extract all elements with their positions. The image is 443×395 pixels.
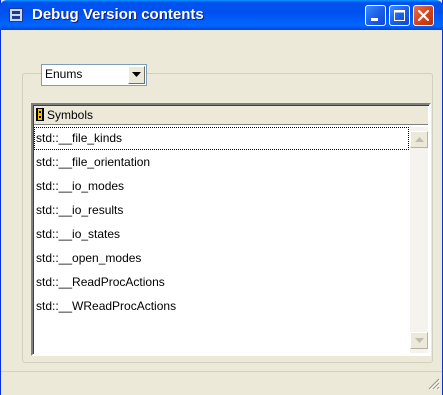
close-button[interactable]	[413, 5, 434, 26]
arrow-up-icon	[415, 137, 424, 142]
list-item[interactable]: std::__io_modes	[34, 175, 409, 198]
filter-selected-value: Enums	[45, 67, 83, 81]
list-item[interactable]: std::__io_states	[34, 223, 409, 246]
filter-dropdown[interactable]: Enums	[41, 64, 147, 86]
minimize-icon	[371, 18, 378, 21]
vertical-scrollbar[interactable]	[410, 127, 428, 353]
list-item[interactable]: std::__file_orientation	[34, 151, 409, 174]
arrow-down-icon	[415, 338, 424, 343]
list-item[interactable]: std::__WReadProcActions	[34, 295, 409, 318]
symbols-header-label: Symbols	[47, 108, 94, 122]
minimize-button[interactable]	[365, 5, 386, 26]
symbol-icon	[36, 108, 44, 124]
chevron-down-icon	[132, 72, 141, 77]
resize-grip-icon[interactable]	[428, 378, 441, 393]
scroll-down-button[interactable]	[410, 332, 428, 349]
filter-dropdown-button[interactable]	[128, 66, 145, 84]
symbols-list[interactable]: Symbols std::__file_kinds std::__file_or…	[31, 103, 431, 356]
debug-version-window: Debug Version contents Enums Symbols std…	[0, 0, 443, 395]
app-window-icon	[9, 8, 23, 22]
maximize-button[interactable]	[389, 5, 410, 26]
list-item[interactable]: std::__io_results	[34, 199, 409, 222]
title-bar[interactable]: Debug Version contents	[0, 0, 443, 30]
list-item[interactable]: std::__file_kinds	[34, 127, 409, 150]
symbols-column-header[interactable]: Symbols	[34, 106, 428, 125]
list-item[interactable]: std::__ReadProcActions	[34, 271, 409, 294]
maximize-icon	[394, 10, 405, 21]
status-bar	[1, 371, 442, 395]
list-item[interactable]: std::__open_modes	[34, 247, 409, 270]
window-title: Debug Version contents	[32, 6, 204, 23]
symbols-list-body: std::__file_kinds std::__file_orientatio…	[34, 127, 409, 353]
scroll-up-button[interactable]	[410, 131, 428, 148]
close-icon	[417, 9, 430, 22]
